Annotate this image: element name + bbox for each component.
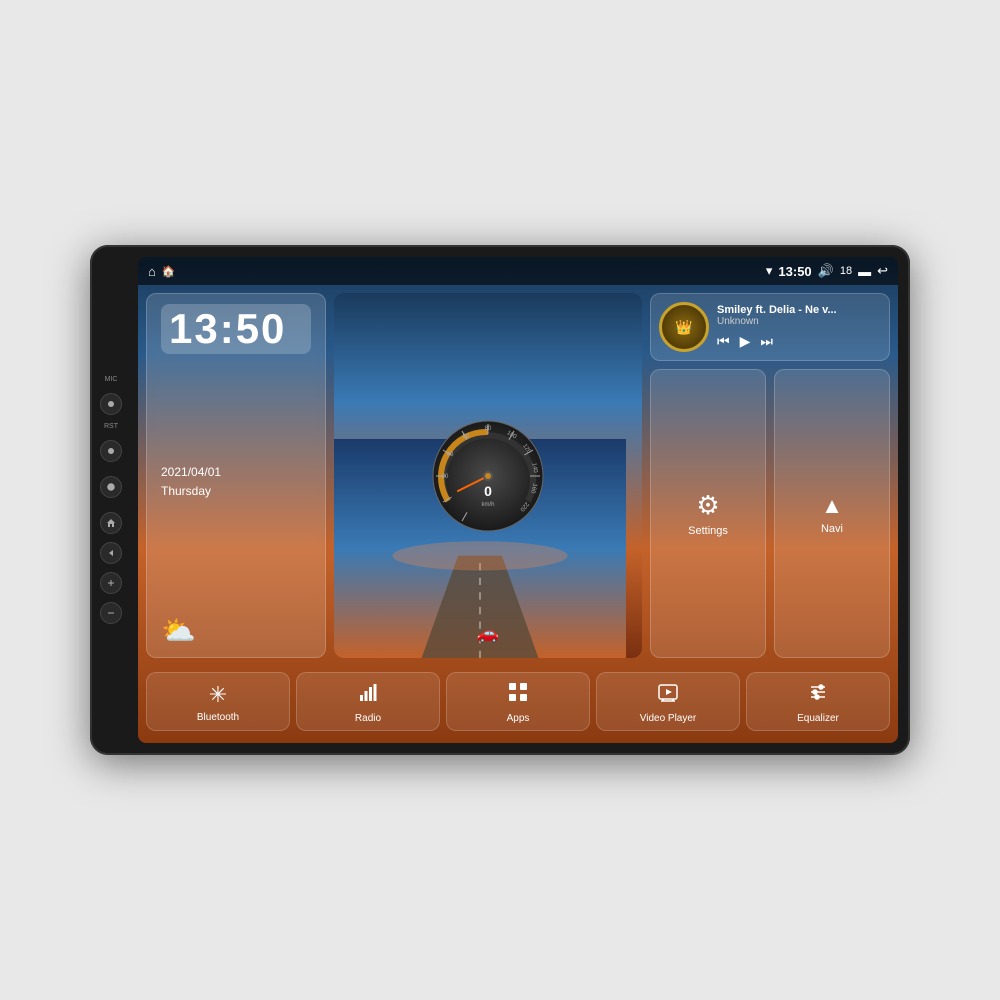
- battery-icon: ▬: [858, 264, 871, 279]
- signal-icon: ▾: [766, 263, 773, 279]
- power-button[interactable]: [100, 476, 122, 498]
- car-icon: 🚗: [477, 623, 499, 644]
- svg-text:40: 40: [447, 452, 454, 458]
- svg-text:80: 80: [485, 426, 492, 432]
- status-left: ⌂ 🏠: [148, 264, 176, 279]
- bluetooth-button[interactable]: ✳ Bluetooth: [146, 672, 290, 731]
- back-side-button[interactable]: [100, 542, 122, 564]
- equalizer-label: Equalizer: [797, 713, 839, 724]
- equalizer-button[interactable]: Equalizer: [746, 672, 890, 731]
- top-row: 13:50 2021/04/01 Thursday ⛅: [146, 293, 890, 658]
- settings-icon: ⚙: [696, 490, 719, 521]
- rst-label: RST: [104, 423, 118, 430]
- android-screen: ⌂ 🏠 ▾ 13:50 🔊 18 ▬ ↩ 13:50: [138, 257, 898, 743]
- clock-date: 2021/04/01 Thursday: [161, 463, 311, 501]
- settings-navi-row: ⚙ Settings ▲ Navi: [650, 369, 890, 658]
- screen: ⌂ 🏠 ▾ 13:50 🔊 18 ▬ ↩ 13:50: [138, 257, 898, 743]
- speedometer-widget: 20 40 60 80 100 120 140 160 220: [334, 293, 642, 658]
- clock-time: 13:50: [161, 304, 311, 354]
- home-icon[interactable]: ⌂: [148, 264, 156, 279]
- svg-text:20: 20: [442, 474, 449, 480]
- weather-icon: ⛅: [161, 614, 311, 647]
- music-title: Smiley ft. Delia - Ne v...: [717, 304, 881, 316]
- right-column: 👑 Smiley ft. Delia - Ne v... Unknown ⏮ ▶…: [650, 293, 890, 658]
- next-button[interactable]: ⏭: [760, 333, 773, 350]
- rst-button[interactable]: [100, 440, 122, 462]
- mic-label: MIC: [105, 376, 118, 383]
- back-icon[interactable]: ↩: [877, 263, 888, 279]
- vol-up-button[interactable]: [100, 572, 122, 594]
- radio-button[interactable]: Radio: [296, 672, 440, 731]
- svg-text:60: 60: [463, 434, 470, 440]
- volume-level: 18: [840, 265, 852, 277]
- svg-text:0: 0: [484, 483, 492, 499]
- prev-button[interactable]: ⏮: [717, 333, 730, 350]
- speedometer-gauge: 20 40 60 80 100 120 140 160 220: [428, 416, 548, 536]
- home-side-button[interactable]: [100, 512, 122, 534]
- apps-button[interactable]: Apps: [446, 672, 590, 731]
- radio-icon: [357, 681, 379, 709]
- album-art: 👑: [659, 302, 709, 352]
- video-player-icon: [657, 681, 679, 709]
- volume-icon: 🔊: [818, 263, 834, 279]
- status-right: ▾ 13:50 🔊 18 ▬ ↩: [766, 263, 888, 279]
- music-widget[interactable]: 👑 Smiley ft. Delia - Ne v... Unknown ⏮ ▶…: [650, 293, 890, 361]
- apps-icon: [507, 681, 529, 709]
- side-controls: MIC RST: [100, 376, 122, 624]
- svg-text:km/h: km/h: [481, 502, 494, 508]
- navigation-button[interactable]: ▲ Navi: [774, 369, 890, 658]
- video-player-button[interactable]: Video Player: [596, 672, 740, 731]
- car-head-unit: MIC RST ⌂ 🏠: [90, 245, 910, 755]
- music-controls: ⏮ ▶ ⏭: [717, 333, 881, 350]
- navi-label: Navi: [821, 523, 843, 535]
- clock-widget[interactable]: 13:50 2021/04/01 Thursday ⛅: [146, 293, 326, 658]
- music-artist: Unknown: [717, 316, 881, 327]
- main-content: 13:50 2021/04/01 Thursday ⛅: [138, 285, 898, 743]
- apps-label: Apps: [507, 713, 530, 724]
- play-button[interactable]: ▶: [740, 333, 751, 350]
- settings-button[interactable]: ⚙ Settings: [650, 369, 766, 658]
- video-player-label: Video Player: [640, 713, 697, 724]
- bluetooth-icon: ✳: [209, 682, 227, 708]
- status-bar: ⌂ 🏠 ▾ 13:50 🔊 18 ▬ ↩: [138, 257, 898, 285]
- bottom-bar: ✳ Bluetooth Radio: [146, 666, 890, 735]
- vol-down-button[interactable]: [100, 602, 122, 624]
- status-time: 13:50: [778, 264, 811, 279]
- mic-button[interactable]: [100, 393, 122, 415]
- navi-icon: ▲: [821, 493, 843, 519]
- radio-label: Radio: [355, 713, 381, 724]
- bluetooth-label: Bluetooth: [197, 712, 239, 723]
- music-info: Smiley ft. Delia - Ne v... Unknown ⏮ ▶ ⏭: [717, 304, 881, 350]
- house-icon[interactable]: 🏠: [162, 265, 176, 278]
- equalizer-icon: [807, 681, 829, 709]
- settings-label: Settings: [688, 525, 728, 537]
